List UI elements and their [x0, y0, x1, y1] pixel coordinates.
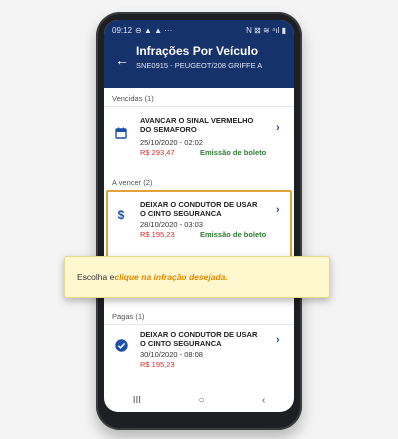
list-item-infraction-2[interactable]: $ DEIXAR O CONDUTOR DE USAR O CINTO SEGU…: [104, 196, 294, 258]
calendar-icon: [114, 126, 128, 140]
chevron-right-icon: ›: [276, 204, 280, 216]
infraction-date: 28/10/2020 - 03:03: [140, 220, 203, 229]
infraction-title: DEIXAR O CONDUTOR DE USAR O CINTO SEGURA…: [140, 330, 258, 348]
back-icon[interactable]: ‹: [262, 395, 265, 406]
chevron-right-icon: ›: [276, 334, 280, 346]
system-icons: N ⊠ ≋ ⁴ıl ▮: [246, 25, 286, 35]
infraction-date: 25/10/2020 - 02:02: [140, 138, 203, 147]
infraction-amount: R$ 293,47: [140, 148, 175, 157]
infraction-status: Emissão de boleto: [200, 148, 267, 157]
page-title: Infrações Por Veículo: [136, 44, 259, 58]
tooltip-emphasis: clique na infração desejada: [114, 272, 226, 282]
phone-screen: 09:12 ⊖ ▲ ▲ ··· N ⊠ ≋ ⁴ıl ▮ ← Infrações …: [104, 20, 294, 412]
divider: [104, 106, 294, 107]
infraction-amount: R$ 195,23: [140, 360, 175, 369]
notification-icons: ⊖ ▲ ▲ ···: [135, 25, 173, 35]
status-bar: 09:12 ⊖ ▲ ▲ ··· N ⊠ ≋ ⁴ıl ▮: [112, 24, 286, 36]
chevron-right-icon: ›: [276, 122, 280, 134]
section-label-pagas: Pagas (1): [112, 312, 145, 321]
infraction-amount: R$ 195,23: [140, 230, 175, 239]
recent-apps-icon[interactable]: III: [133, 395, 141, 406]
list-item-infraction-1[interactable]: AVANCAR O SINAL VERMELHO DO SEMAFORO 25/…: [104, 108, 294, 170]
android-nav-bar: III ○ ‹: [104, 388, 294, 412]
app-header: 09:12 ⊖ ▲ ▲ ··· N ⊠ ≋ ⁴ıl ▮ ← Infrações …: [104, 20, 294, 88]
infraction-status: Emissão de boleto: [200, 230, 267, 239]
vehicle-subtitle: SNE0915 - PEUGEOT/208 GRIFFE A: [136, 61, 263, 70]
list-item-infraction-3[interactable]: DEIXAR O CONDUTOR DE USAR O CINTO SEGURA…: [104, 326, 294, 388]
divider: [104, 324, 294, 325]
back-arrow-icon[interactable]: ←: [114, 52, 130, 68]
check-circle-icon: [114, 338, 128, 352]
tooltip-suffix: .: [225, 272, 228, 282]
infraction-date: 30/10/2020 - 08:08: [140, 350, 203, 359]
instruction-tooltip: Escolha e clique na infração desejada.: [64, 256, 330, 298]
status-time: 09:12: [112, 25, 133, 35]
tooltip-prefix: Escolha e: [77, 272, 115, 282]
infraction-title: AVANCAR O SINAL VERMELHO DO SEMAFORO: [140, 116, 254, 134]
infraction-title: DEIXAR O CONDUTOR DE USAR O CINTO SEGURA…: [140, 200, 258, 218]
dollar-icon: $: [117, 208, 125, 222]
section-label-a-vencer: A vencer (2): [112, 178, 153, 187]
home-icon[interactable]: ○: [198, 395, 204, 406]
section-label-vencidas: Vencidas (1): [112, 94, 154, 103]
